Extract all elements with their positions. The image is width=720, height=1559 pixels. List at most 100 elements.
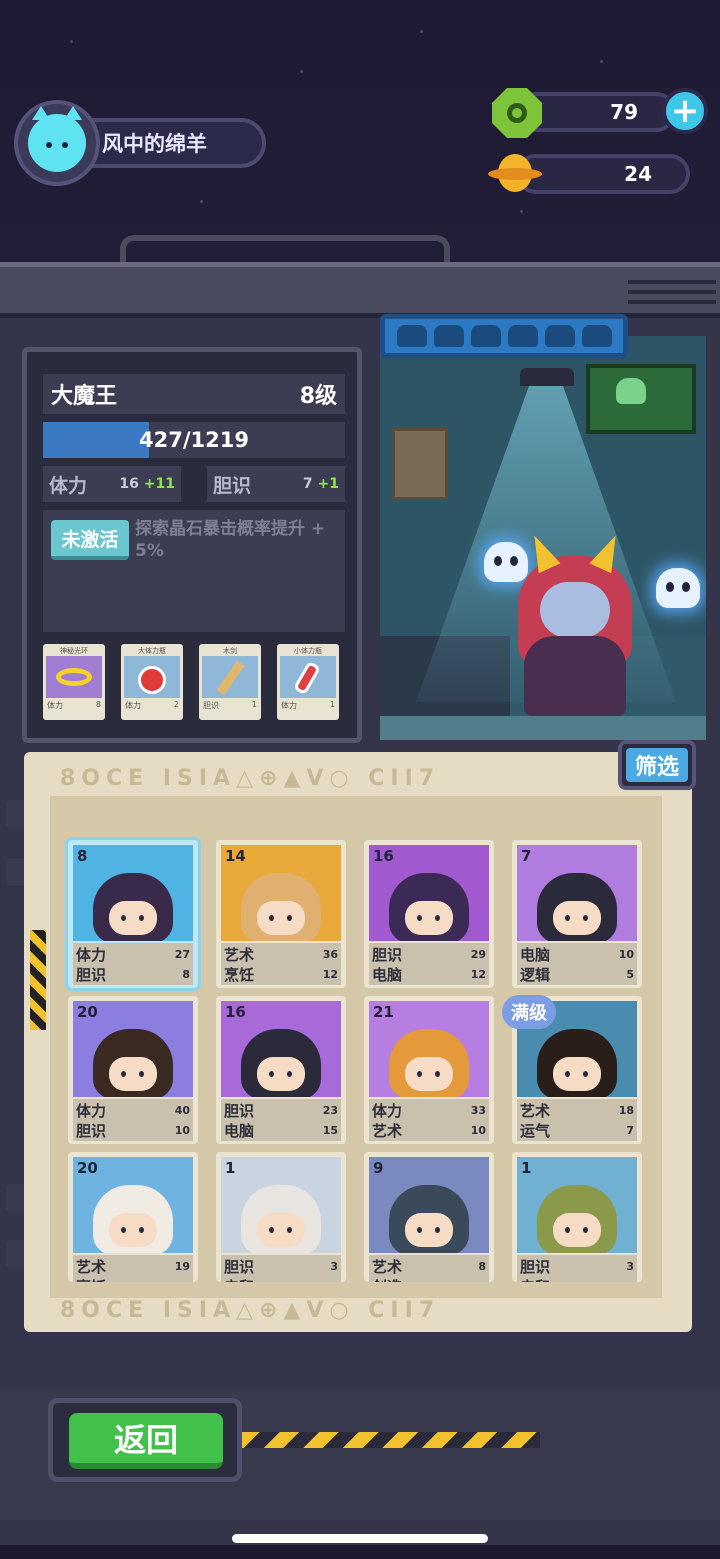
item-stat: 体力 [281, 701, 297, 710]
roster-card[interactable]: 20 体力 40 胆识 10 [68, 996, 198, 1144]
hero-title-row: 大魔王 8级 [43, 374, 345, 414]
stat-bonus: +11 [143, 476, 175, 492]
small-potion-icon [280, 656, 336, 698]
card-stat-name: 逻辑 [520, 965, 551, 984]
filter-button[interactable]: 筛选 [618, 740, 696, 790]
card-stat-value: 3 [626, 1259, 634, 1273]
big-potion-icon [124, 656, 180, 698]
item-card[interactable]: 神秘光环 体力 8 [43, 644, 105, 720]
character-portrait: 16 [369, 845, 489, 941]
green-gem-icon [492, 88, 542, 138]
ghost-skull-icon [656, 568, 700, 608]
stat-courage: 胆识 7 +1 [207, 466, 345, 502]
character-portrait: 14 [221, 845, 341, 941]
card-stat-value: 2 [626, 1280, 634, 1283]
card-stats: 艺术 18 运气 7 [517, 1099, 637, 1141]
character-portrait: 8 [73, 845, 193, 941]
roster-card[interactable]: 14 艺术 36 烹饪 12 [216, 840, 346, 988]
card-stat-name: 体力 [372, 1101, 403, 1120]
card-level: 16 [373, 847, 394, 865]
add-gems-button[interactable]: + [662, 88, 708, 134]
wall-note [392, 428, 448, 500]
card-level: 8 [77, 847, 88, 865]
roster-card[interactable]: 20 艺术 19 烹饪 9 [68, 1152, 198, 1282]
skill-description: 探索晶石暴击概率提升 + 5% [135, 519, 326, 561]
item-card[interactable]: 木剑 胆识 1 [199, 644, 261, 720]
card-stats: 胆识 29 电脑 12 [369, 943, 489, 985]
card-level: 14 [225, 847, 246, 865]
roster-card[interactable]: 21 体力 33 艺术 10 [364, 996, 494, 1144]
card-stats: 电脑 10 逻辑 5 [517, 943, 637, 985]
item-value: 8 [95, 700, 101, 709]
card-stats: 艺术 19 烹饪 9 [73, 1255, 193, 1282]
item-card[interactable]: 大体力瓶 体力 2 [121, 644, 183, 720]
stat-name: 胆识 [213, 474, 252, 497]
card-stat-value: 12 [322, 967, 338, 981]
max-level-badge: 满级 [502, 995, 556, 1029]
card-stat-value: 3 [330, 1259, 338, 1273]
item-value: 1 [251, 700, 257, 709]
card-stat-value: 8 [478, 1259, 486, 1273]
username-plate[interactable]: 风中的绵羊 [88, 118, 266, 168]
back-button[interactable]: 返回 [69, 1413, 223, 1469]
stat-base: 7 [302, 476, 313, 492]
item-value: 1 [329, 700, 335, 709]
capacity-indicator [380, 314, 628, 358]
card-stats: 艺术 8 创造 5 [369, 1255, 489, 1282]
card-stat-value: 8 [182, 967, 190, 981]
character-portrait: 20 [73, 1157, 193, 1253]
card-stat-name: 电脑 [224, 1121, 255, 1140]
item-label: 木剑 [223, 647, 237, 655]
item-card[interactable]: 小体力瓶 体力 1 [277, 644, 339, 720]
roster-card[interactable]: 8 体力 27 胆识 8 [68, 840, 198, 988]
machine-top-rail [0, 262, 720, 318]
roster-card[interactable]: 16 胆识 23 电脑 15 [216, 996, 346, 1144]
card-stat-name: 胆识 [520, 1257, 551, 1276]
card-stat-value: 29 [470, 947, 486, 961]
card-stat-name: 艺术 [76, 1257, 107, 1276]
item-value: 2 [173, 700, 179, 709]
card-stat-name: 亲和 [224, 1276, 254, 1283]
character-portrait: 21 [369, 1001, 489, 1097]
card-stats: 体力 33 艺术 10 [369, 1099, 489, 1141]
home-indicator[interactable] [232, 1534, 488, 1543]
card-stat-name: 烹饪 [76, 1276, 106, 1283]
card-stat-value: 27 [174, 947, 190, 961]
card-stat-name: 胆识 [76, 965, 107, 984]
gem-count: 79 [610, 100, 638, 124]
roster-card[interactable]: 7 电脑 10 逻辑 5 [512, 840, 642, 988]
roster-card[interactable]: 9 艺术 8 创造 5 [364, 1152, 494, 1282]
skill-box: 未激活 探索晶石暴击概率提升 + 5% [43, 510, 345, 632]
card-stat-value: 36 [322, 947, 338, 961]
coin-count: 24 [624, 162, 652, 186]
card-stat-name: 运气 [520, 1121, 551, 1140]
card-stat-name: 体力 [76, 1101, 107, 1120]
card-stat-value: 10 [174, 1123, 190, 1137]
card-stats: 体力 40 胆识 10 [73, 1099, 193, 1141]
item-stat: 胆识 [203, 701, 219, 710]
character-portrait: 1 [221, 1157, 341, 1253]
card-stats: 艺术 36 烹饪 12 [221, 943, 341, 985]
back-button-frame: 返回 [48, 1398, 242, 1482]
card-stat-name: 亲和 [520, 1276, 550, 1283]
card-stat-value: 10 [470, 1123, 486, 1137]
card-stat-name: 创造 [372, 1276, 402, 1283]
hero-level: 8级 [299, 384, 337, 409]
item-label: 小体力瓶 [294, 647, 322, 655]
card-stat-name: 艺术 [224, 945, 255, 964]
skill-status-button[interactable]: 未激活 [51, 520, 129, 560]
stat-base: 16 [119, 476, 139, 492]
exp-text: 427/1219 [139, 428, 249, 452]
card-stat-name: 烹饪 [224, 965, 255, 984]
filter-label: 筛选 [626, 748, 688, 782]
roster-card[interactable]: 1 胆识 3 亲和 3 [216, 1152, 346, 1282]
card-stat-value: 12 [470, 967, 486, 981]
player-avatar[interactable] [14, 100, 100, 186]
skull-monitor [586, 364, 696, 434]
roster-card[interactable]: 16 胆识 29 电脑 12 [364, 840, 494, 988]
card-stats: 胆识 3 亲和 3 [221, 1255, 341, 1282]
card-stat-value: 18 [618, 1103, 634, 1117]
card-level: 20 [77, 1159, 98, 1177]
roster-card[interactable]: 1 胆识 3 亲和 2 [512, 1152, 642, 1282]
character-showcase [380, 336, 706, 740]
